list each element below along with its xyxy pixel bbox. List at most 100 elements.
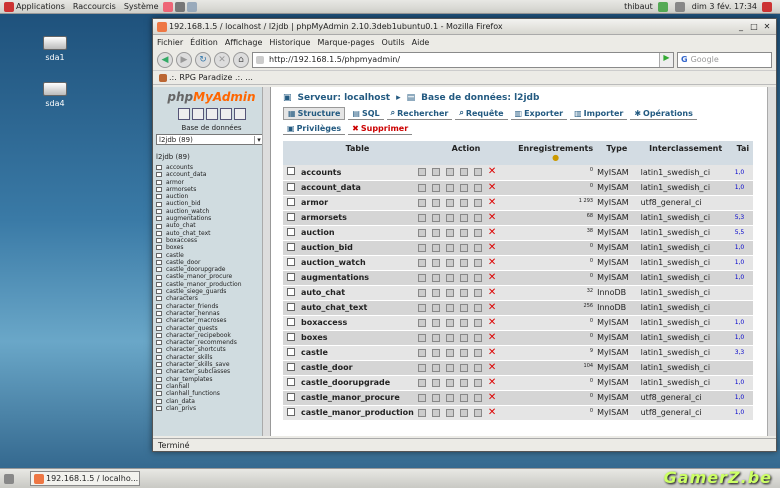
table-icon[interactable] bbox=[156, 362, 162, 368]
search-icon[interactable] bbox=[445, 198, 454, 207]
empty-icon[interactable] bbox=[473, 333, 482, 342]
sidebar-table-item[interactable]: auto_chat_text bbox=[156, 230, 267, 237]
desktop-icon-sda1[interactable]: sda1 bbox=[40, 36, 70, 62]
drop-icon[interactable]: ✕ bbox=[488, 332, 496, 342]
browse-icon[interactable] bbox=[417, 318, 426, 327]
table-icon[interactable] bbox=[156, 230, 162, 236]
structure-icon[interactable] bbox=[431, 288, 440, 297]
db-title[interactable]: l2jdb (89) bbox=[156, 153, 267, 161]
drop-icon[interactable]: ✕ bbox=[488, 197, 496, 207]
search-icon[interactable] bbox=[445, 288, 454, 297]
insert-icon[interactable] bbox=[459, 243, 468, 252]
table-size[interactable]: 1,0 bbox=[732, 315, 753, 331]
table-icon[interactable] bbox=[156, 187, 162, 193]
sidebar-table-item[interactable]: char_templates bbox=[156, 376, 267, 383]
sidebar-table-item[interactable]: augmentations bbox=[156, 215, 267, 222]
insert-icon[interactable] bbox=[459, 318, 468, 327]
network-icon[interactable] bbox=[657, 1, 668, 12]
database-select[interactable]: l2jdb (89) ▾ bbox=[156, 134, 264, 145]
insert-icon[interactable] bbox=[459, 258, 468, 267]
table-name[interactable]: auction_bid bbox=[299, 240, 416, 256]
browse-icon[interactable] bbox=[417, 378, 426, 387]
volume-icon[interactable] bbox=[674, 1, 685, 12]
insert-icon[interactable] bbox=[459, 393, 468, 402]
empty-icon[interactable] bbox=[473, 378, 482, 387]
table-icon[interactable] bbox=[156, 347, 162, 353]
structure-icon[interactable] bbox=[431, 318, 440, 327]
table-icon[interactable] bbox=[156, 289, 162, 295]
table-icon[interactable] bbox=[156, 223, 162, 229]
left-scrollbar[interactable] bbox=[262, 87, 270, 436]
insert-icon[interactable] bbox=[459, 273, 468, 282]
insert-icon[interactable] bbox=[459, 213, 468, 222]
table-icon[interactable] bbox=[156, 179, 162, 185]
empty-icon[interactable] bbox=[473, 408, 482, 417]
row-checkbox[interactable] bbox=[287, 287, 295, 296]
insert-icon[interactable] bbox=[459, 333, 468, 342]
sidebar-table-item[interactable]: character_quests bbox=[156, 325, 267, 332]
table-name[interactable]: castle_manor_production bbox=[299, 405, 416, 421]
browse-icon[interactable] bbox=[417, 303, 426, 312]
table-size[interactable]: 1,0 bbox=[732, 255, 753, 271]
drop-icon[interactable]: ✕ bbox=[488, 257, 496, 267]
sidebar-table-item[interactable]: character_friends bbox=[156, 303, 267, 310]
search-icon[interactable] bbox=[445, 273, 454, 282]
structure-icon[interactable] bbox=[431, 198, 440, 207]
structure-icon[interactable] bbox=[431, 258, 440, 267]
insert-icon[interactable] bbox=[459, 303, 468, 312]
table-size[interactable]: 1,0 bbox=[732, 375, 753, 391]
search-icon[interactable] bbox=[445, 333, 454, 342]
table-icon[interactable] bbox=[156, 274, 162, 280]
phpmyadmin-logo[interactable]: phpMyAdmin bbox=[156, 90, 267, 104]
table-icon[interactable] bbox=[156, 354, 162, 360]
menu-fichier[interactable]: Fichier bbox=[157, 38, 183, 47]
menu-historique[interactable]: Historique bbox=[269, 38, 310, 47]
row-checkbox[interactable] bbox=[287, 302, 295, 311]
sidebar-table-item[interactable]: boxes bbox=[156, 244, 267, 251]
table-name[interactable]: boxaccess bbox=[299, 315, 416, 331]
table-size[interactable]: 1,0 bbox=[732, 180, 753, 196]
row-checkbox[interactable] bbox=[287, 317, 295, 326]
table-size[interactable]: 1,0 bbox=[732, 330, 753, 346]
sidebar-table-item[interactable]: character_subclasses bbox=[156, 368, 267, 375]
table-name[interactable]: auto_chat bbox=[299, 285, 416, 301]
empty-icon[interactable] bbox=[473, 198, 482, 207]
table-icon[interactable] bbox=[156, 216, 162, 222]
clock[interactable]: dim 3 fév. 17:34 bbox=[692, 2, 757, 11]
empty-icon[interactable] bbox=[473, 363, 482, 372]
table-icon[interactable] bbox=[156, 252, 162, 258]
browse-icon[interactable] bbox=[417, 168, 426, 177]
power-icon[interactable] bbox=[762, 1, 772, 12]
empty-icon[interactable] bbox=[473, 318, 482, 327]
sidebar-table-item[interactable]: character_skills_save bbox=[156, 361, 267, 368]
table-icon[interactable] bbox=[156, 303, 162, 309]
drop-icon[interactable]: ✕ bbox=[488, 362, 496, 372]
drop-icon[interactable]: ✕ bbox=[488, 302, 496, 312]
table-name[interactable]: castle bbox=[299, 345, 416, 361]
table-size[interactable]: 3,3 bbox=[732, 345, 753, 361]
structure-icon[interactable] bbox=[431, 168, 440, 177]
home-icon[interactable]: ⌂ bbox=[233, 51, 249, 68]
menu-raccourcis[interactable]: Raccourcis bbox=[69, 2, 120, 11]
row-checkbox[interactable] bbox=[287, 392, 295, 401]
row-checkbox[interactable] bbox=[287, 272, 295, 281]
table-size[interactable]: 1,0 bbox=[732, 270, 753, 286]
tab-privileges[interactable]: ▣ Privilèges bbox=[283, 123, 346, 135]
table-size[interactable] bbox=[732, 360, 753, 376]
insert-icon[interactable] bbox=[459, 198, 468, 207]
structure-icon[interactable] bbox=[431, 333, 440, 342]
drop-icon[interactable]: ✕ bbox=[488, 272, 496, 282]
sidebar-table-item[interactable]: accounts bbox=[156, 164, 267, 171]
search-icon[interactable] bbox=[445, 303, 454, 312]
row-checkbox[interactable] bbox=[287, 377, 295, 386]
table-icon[interactable] bbox=[156, 369, 162, 375]
table-name[interactable]: castle_doorupgrade bbox=[299, 375, 416, 391]
breadcrumb-server[interactable]: Serveur: localhost bbox=[298, 93, 391, 103]
minimize-icon[interactable]: _ bbox=[736, 22, 746, 32]
insert-icon[interactable] bbox=[459, 348, 468, 357]
table-icon[interactable] bbox=[156, 260, 162, 265]
empty-icon[interactable] bbox=[473, 258, 482, 267]
table-name[interactable]: auction_watch bbox=[299, 255, 416, 271]
table-icon[interactable] bbox=[156, 245, 162, 251]
tab-requete[interactable]: ⌕ Requête bbox=[455, 107, 508, 120]
